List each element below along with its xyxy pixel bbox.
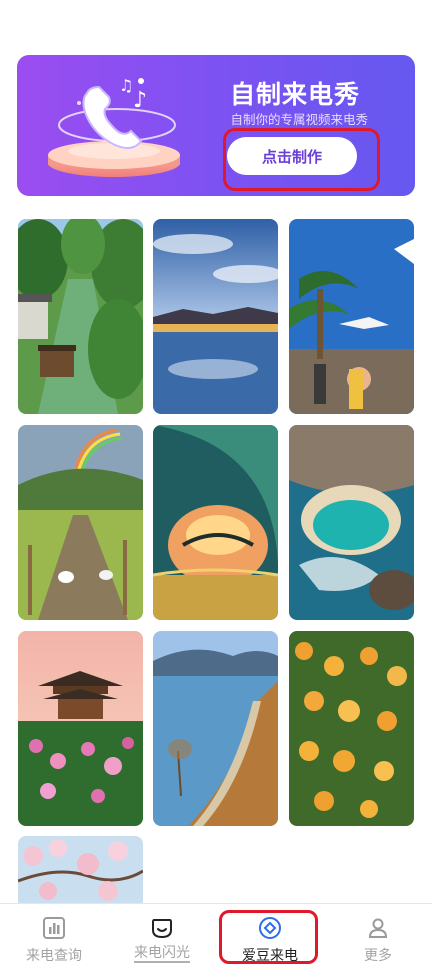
banner-subtitle: 自制你的专属视频来电秀: [230, 112, 368, 127]
palm-beach-seagull-image: [289, 219, 414, 414]
nav-item-call-flash[interactable]: 来电闪光: [108, 904, 216, 964]
wallpaper-tile[interactable]: [289, 219, 414, 414]
pavilion-peonies-image: [18, 631, 143, 826]
rainbow-field-path-image: [18, 425, 143, 620]
wallpaper-tile[interactable]: [153, 425, 278, 620]
wallpaper-tile[interactable]: [289, 425, 414, 620]
wallpaper-tile[interactable]: [153, 219, 278, 414]
svg-text:♫: ♫: [119, 76, 133, 95]
canal-village-image: [18, 219, 143, 414]
highlight-box: [219, 910, 318, 964]
wallpaper-tile[interactable]: [18, 425, 143, 620]
orange-blossoms-image: [289, 631, 414, 826]
wallpaper-tile[interactable]: [18, 219, 143, 414]
rocky-coast-pool-image: [289, 425, 414, 620]
person-icon: [368, 918, 388, 938]
bar-chart-icon: [43, 917, 65, 939]
svg-text:♪: ♪: [133, 88, 147, 113]
wallpaper-tile[interactable]: [18, 836, 143, 903]
highlight-box: [223, 128, 380, 191]
lakeside-road-image: [153, 631, 278, 826]
wallpaper-tile[interactable]: [153, 631, 278, 826]
nav-item-more[interactable]: 更多: [324, 904, 432, 964]
smile-face-icon: [152, 919, 172, 939]
bottom-nav: 来电查询 来电闪光 爱豆来电 更多: [0, 903, 432, 964]
nav-label: 来电闪光: [134, 945, 190, 963]
ocean-wave-sunset-image: [153, 425, 278, 620]
wallpaper-tile[interactable]: [289, 631, 414, 826]
banner-title: 自制来电秀: [229, 80, 360, 109]
phone-podium-illustration: ♪ ♫: [48, 76, 180, 177]
lake-sunset-sky-image: [153, 219, 278, 414]
wallpaper-tile[interactable]: [18, 631, 143, 826]
nav-label: 来电查询: [26, 948, 82, 964]
nav-item-caller-lookup[interactable]: 来电查询: [0, 904, 108, 964]
screen: ♪ ♫ 自制来电秀 自制你的专属视频来电秀 点击制作 来电查询 来电闪光 爱豆来…: [0, 0, 432, 964]
make-call-show-banner[interactable]: ♪ ♫ 自制来电秀 自制你的专属视频来电秀 点击制作: [17, 55, 415, 196]
nav-label: 更多: [364, 948, 392, 964]
cherry-blossoms-image: [18, 836, 143, 903]
